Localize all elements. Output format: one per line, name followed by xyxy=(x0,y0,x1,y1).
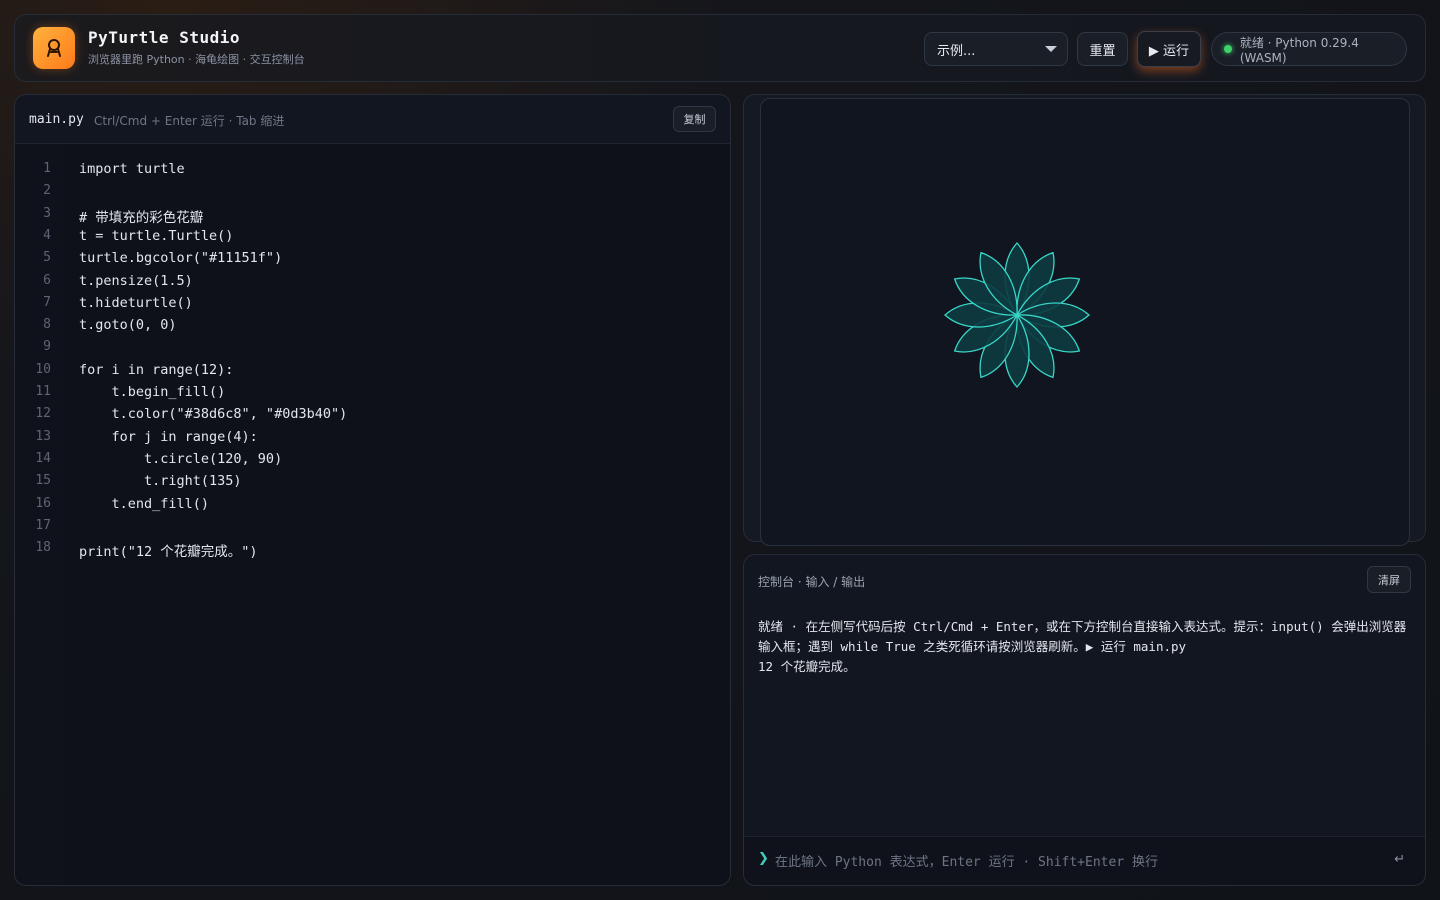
line-number: 6 xyxy=(43,272,51,288)
code-line[interactable]: t.goto(0, 0) xyxy=(79,317,177,333)
line-number: 11 xyxy=(35,384,51,399)
code-editor-panel: main.py Ctrl/Cmd + Enter 运行 · Tab 缩进 复制 … xyxy=(14,94,731,886)
line-number: 4 xyxy=(43,227,51,243)
console-title: 控制台 · 输入 / 输出 xyxy=(758,575,866,589)
console-line: 就绪 · 在左侧写代码后按 Ctrl/Cmd + Enter，或在下方控制台直接… xyxy=(758,619,1407,654)
status-text: 就绪 · Python 0.29.4 (WASM) xyxy=(1239,35,1359,65)
enter-icon[interactable]: ↵ xyxy=(1394,852,1405,867)
code-line[interactable]: # 带填充的彩色花瓣 xyxy=(79,206,203,226)
console-input[interactable]: ❯ 在此输入 Python 表达式，Enter 运行 · Shift+Enter… xyxy=(744,836,1425,885)
clear-button[interactable]: 清屏 xyxy=(1367,566,1411,593)
examples-select[interactable]: 示例... xyxy=(924,32,1068,66)
editor-header: main.py Ctrl/Cmd + Enter 运行 · Tab 缩进 复制 xyxy=(15,95,730,144)
app-subtitle: 浏览器里跑 Python · 海龟绘图 · 交互控制台 xyxy=(88,53,305,66)
file-name: main.py xyxy=(29,112,84,127)
line-number: 15 xyxy=(35,473,51,489)
status-badge: 就绪 · Python 0.29.4 (WASM) xyxy=(1211,32,1407,66)
code-line[interactable]: t.right(135) xyxy=(79,473,242,489)
line-number: 7 xyxy=(43,294,51,310)
turtle-canvas[interactable] xyxy=(760,98,1410,546)
line-number: 17 xyxy=(35,517,51,533)
line-number: 12 xyxy=(35,406,51,422)
console-header: 控制台 · 输入 / 输出 清屏 xyxy=(744,555,1425,603)
app-logo xyxy=(33,27,75,69)
line-number: 16 xyxy=(35,495,51,511)
copy-button[interactable]: 复制 xyxy=(673,106,716,132)
code-line[interactable]: for j in range(4): xyxy=(79,429,258,445)
code-line[interactable]: print("12 个花瓣完成。") xyxy=(79,540,258,560)
code-line[interactable]: t.begin_fill() xyxy=(79,384,226,400)
line-number: 1 xyxy=(43,161,51,176)
code-line[interactable]: t.color("#38d6c8", "#0d3b40") xyxy=(79,406,348,422)
code-line[interactable]: turtle.bgcolor("#11151f") xyxy=(79,250,282,266)
line-number: 9 xyxy=(43,339,51,355)
line-number: 13 xyxy=(35,428,51,444)
code-line[interactable]: t.hideturtle() xyxy=(79,295,193,311)
code-line[interactable]: import turtle xyxy=(79,161,185,177)
line-number: 3 xyxy=(43,205,51,221)
reset-button[interactable]: 重置 xyxy=(1077,32,1128,66)
line-number: 18 xyxy=(35,540,51,556)
app-title: PyTurtle Studio xyxy=(88,28,240,47)
code-line[interactable]: t.pensize(1.5) xyxy=(79,273,193,289)
console-input-placeholder[interactable]: 在此输入 Python 表达式，Enter 运行 · Shift+Enter 换… xyxy=(775,851,1158,870)
line-number: 2 xyxy=(43,183,51,199)
line-number: 14 xyxy=(35,450,51,466)
editor-hint: Ctrl/Cmd + Enter 运行 · Tab 缩进 xyxy=(94,114,285,128)
console-panel: 控制台 · 输入 / 输出 清屏 就绪 · 在左侧写代码后按 Ctrl/Cmd … xyxy=(743,554,1426,886)
petal-flower-drawing xyxy=(944,242,1090,388)
turtle-canvas-panel xyxy=(743,94,1426,546)
status-dot-icon xyxy=(1224,45,1232,53)
turtle-logo-icon xyxy=(47,39,61,57)
console-output: 就绪 · 在左侧写代码后按 Ctrl/Cmd + Enter，或在下方控制台直接… xyxy=(758,617,1410,677)
code-line[interactable]: t = turtle.Turtle() xyxy=(79,228,233,244)
line-number: 10 xyxy=(35,361,51,377)
code-line[interactable]: t.end_fill() xyxy=(79,496,210,512)
run-button[interactable]: ▶ 运行 xyxy=(1137,31,1201,67)
prompt-icon: ❯ xyxy=(758,851,769,866)
examples-select-label: 示例... xyxy=(937,43,976,59)
chevron-down-icon xyxy=(1045,46,1057,52)
code-line[interactable]: for i in range(12): xyxy=(79,362,233,378)
app-header: PyTurtle Studio 浏览器里跑 Python · 海龟绘图 · 交互… xyxy=(14,14,1426,82)
line-number: 8 xyxy=(43,317,51,333)
line-number: 5 xyxy=(43,250,51,266)
console-line: 12 个花瓣完成。 xyxy=(758,659,856,674)
code-line[interactable]: t.circle(120, 90) xyxy=(79,451,282,467)
